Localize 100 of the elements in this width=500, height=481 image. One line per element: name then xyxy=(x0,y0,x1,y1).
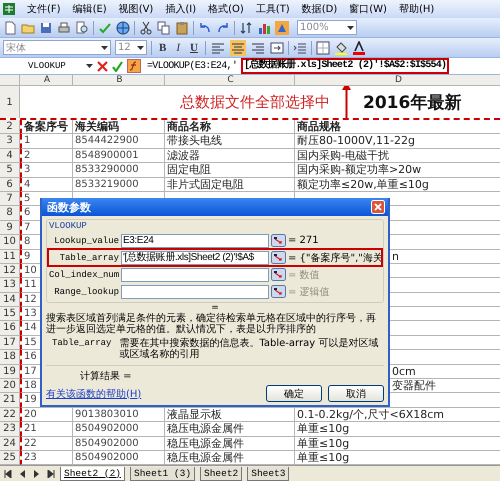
row-header[interactable]: 25 xyxy=(0,450,20,465)
font-color-icon[interactable] xyxy=(352,40,366,54)
menu-item[interactable]: 视图(V) xyxy=(118,2,154,16)
menu-item[interactable]: 帮助(H) xyxy=(398,2,434,16)
new-document-icon[interactable] xyxy=(3,20,17,34)
sheet-tab[interactable]: Sheet3 xyxy=(247,466,290,480)
sheet-tab[interactable]: Sheet1 (3) xyxy=(130,466,196,480)
row-header[interactable]: 19 xyxy=(0,364,20,380)
font-size-dropdown[interactable]: 12 xyxy=(115,40,147,55)
row-header[interactable]: 4 xyxy=(0,148,20,164)
row-header[interactable]: 6 xyxy=(0,178,20,192)
menu-item[interactable]: 格式(O) xyxy=(208,2,244,16)
insert-function-icon[interactable] xyxy=(127,59,141,73)
undo-icon[interactable] xyxy=(198,20,212,34)
italic-button[interactable]: I xyxy=(173,42,184,54)
bold-button[interactable]: B xyxy=(156,42,170,54)
merge-cells-icon[interactable] xyxy=(270,40,284,54)
table-cell: 带接头电线 xyxy=(165,134,295,149)
globe-icon[interactable] xyxy=(116,20,130,34)
table-cell: 滤波器 xyxy=(165,148,295,164)
table-cell: 稳压电源金属件 xyxy=(165,436,295,451)
row-header[interactable]: 5 xyxy=(0,163,20,178)
printer-icon[interactable] xyxy=(57,20,71,34)
menu-item[interactable]: 文件(F) xyxy=(27,2,61,16)
sheet-tab[interactable]: Sheet2 (2) xyxy=(60,466,126,480)
column-header[interactable]: B xyxy=(73,75,165,86)
row-header[interactable]: 3 xyxy=(0,134,20,149)
row-header[interactable]: 22 xyxy=(0,408,20,422)
row-header[interactable]: 21 xyxy=(0,393,20,408)
redo-icon[interactable] xyxy=(216,20,230,34)
collapse-dialog-icon[interactable] xyxy=(271,234,286,247)
previous-sheet-icon[interactable] xyxy=(18,470,27,478)
borders-icon[interactable] xyxy=(316,40,330,54)
collapse-dialog-icon[interactable] xyxy=(271,268,286,281)
copy-icon[interactable] xyxy=(157,20,171,34)
column-title: 商品名称 xyxy=(165,120,295,134)
column-header[interactable]: C xyxy=(165,75,295,86)
row-header[interactable]: 8 xyxy=(0,206,20,221)
print-preview-icon[interactable] xyxy=(75,20,89,34)
indent-icon[interactable] xyxy=(292,40,307,54)
row-header[interactable]: 17 xyxy=(0,336,20,350)
row-header[interactable]: 1 xyxy=(0,86,20,118)
table-cell: 21 xyxy=(20,422,73,437)
row-header[interactable]: 7 xyxy=(0,192,20,206)
table-cell: 单重≤10g xyxy=(295,422,500,437)
font-name: 宋体 xyxy=(6,42,26,54)
highlighted-formula-part: [总数据账册.xls]Sheet2 (2)'!$A$2:$I$554) xyxy=(241,58,450,74)
dropdown-arrow-icon[interactable] xyxy=(86,64,93,68)
table-cell: 变器配件 xyxy=(392,379,436,392)
first-sheet-icon[interactable] xyxy=(4,470,13,478)
cancel-button[interactable]: 取消 xyxy=(328,385,384,402)
argument-field[interactable] xyxy=(121,268,269,282)
menu-item[interactable]: 数据(D) xyxy=(302,2,338,16)
cancel-icon[interactable] xyxy=(97,60,108,72)
argument-field[interactable]: '[总数据账册.xls]Sheet2 (2)'!$A$ xyxy=(121,250,269,264)
row-header[interactable]: 16 xyxy=(0,321,20,336)
menu-item[interactable]: 编辑(E) xyxy=(72,2,107,16)
column-header[interactable]: A xyxy=(20,75,73,86)
argument-field[interactable] xyxy=(121,284,269,298)
row-header[interactable]: 23 xyxy=(0,422,20,437)
scissors-icon[interactable] xyxy=(139,20,153,34)
argument-result: = 数值 xyxy=(288,268,320,282)
menu-item[interactable]: 工具(T) xyxy=(256,2,290,16)
collapse-dialog-icon[interactable] xyxy=(271,251,286,264)
sheet-tab[interactable]: Sheet2 xyxy=(200,466,242,480)
row-header[interactable]: 2 xyxy=(0,120,20,134)
menu-item[interactable]: 插入(I) xyxy=(165,2,196,16)
table-cell: 8533219000 xyxy=(73,178,165,192)
clipboard-icon[interactable] xyxy=(175,20,189,34)
table-cell: 稳压电源金属件 xyxy=(165,422,295,437)
menu-item[interactable]: 窗口(W) xyxy=(349,2,387,16)
drawing-tools-icon[interactable] xyxy=(275,20,289,34)
last-sheet-icon[interactable] xyxy=(46,470,55,478)
row-header[interactable]: 20 xyxy=(0,379,20,394)
sort-arrows-icon[interactable] xyxy=(239,20,253,34)
row-header[interactable]: 13 xyxy=(0,278,20,293)
fill-bucket-icon[interactable] xyxy=(334,40,348,54)
next-sheet-icon[interactable] xyxy=(32,470,41,478)
check-mark-icon[interactable] xyxy=(98,20,112,34)
dropdown-arrow-icon xyxy=(137,46,144,50)
align-center-icon[interactable] xyxy=(230,40,246,56)
row-header[interactable]: 10 xyxy=(0,235,20,250)
ok-button[interactable]: 确定 xyxy=(266,385,322,402)
table-cell: 8548900001 xyxy=(73,148,165,164)
underline-button[interactable]: U xyxy=(187,42,201,54)
row-header[interactable]: 15 xyxy=(0,307,20,322)
check-mark-icon[interactable] xyxy=(112,60,123,72)
zoom-dropdown[interactable]: 100% xyxy=(297,20,357,35)
annotation-text: 总数据文件全部选择中 xyxy=(180,92,330,112)
font-dropdown[interactable]: 宋体 xyxy=(3,40,111,55)
row-header[interactable]: 9 xyxy=(0,220,20,236)
argument-field[interactable]: E3:E24 xyxy=(121,234,269,248)
row-header[interactable]: 24 xyxy=(0,436,20,451)
row-header[interactable]: 18 xyxy=(0,350,20,365)
row-header[interactable]: 11 xyxy=(0,250,20,264)
column-header[interactable]: D xyxy=(295,75,500,86)
row-header[interactable]: 12 xyxy=(0,264,20,278)
row-header[interactable]: 14 xyxy=(0,292,20,308)
collapse-dialog-icon[interactable] xyxy=(271,285,286,298)
close-icon[interactable] xyxy=(371,200,385,214)
